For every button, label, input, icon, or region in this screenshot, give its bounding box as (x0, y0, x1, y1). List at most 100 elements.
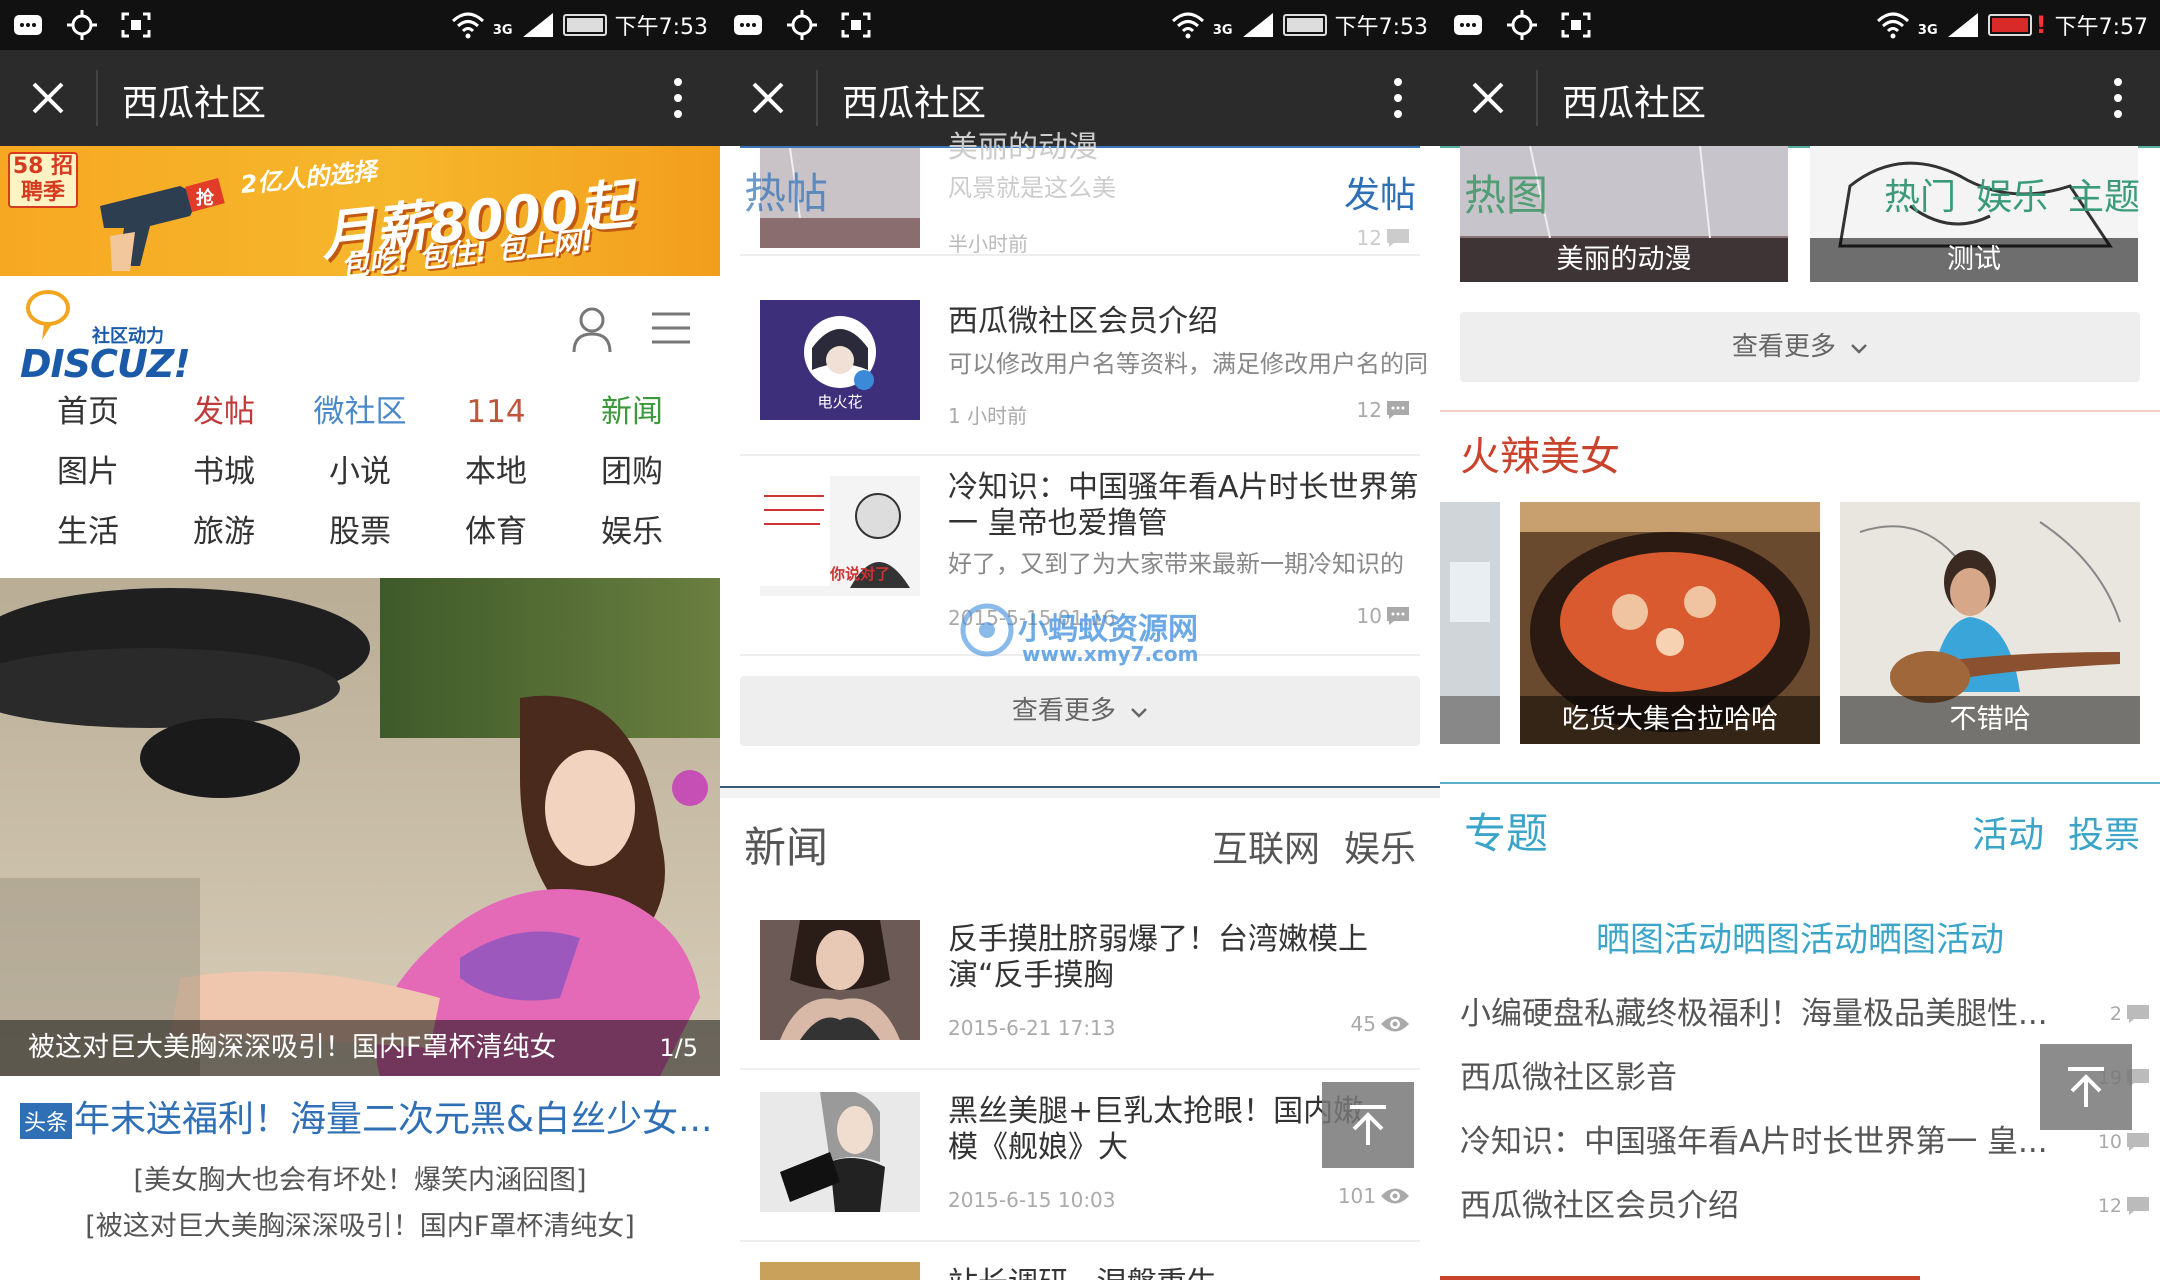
site-logo[interactable]: 社区动力 DISCUZ! (18, 288, 191, 386)
news-title: 反手摸肚脐弱爆了！台湾嫩模上演“反手摸胸 (948, 922, 1368, 993)
back-to-top-button[interactable] (2040, 1044, 2132, 1130)
tab-theme[interactable]: 主题 (2068, 168, 2140, 220)
banner-grab-text: 抢 (196, 187, 215, 209)
headline-text: 年末送福利！海量二次元黑&白丝少女... (74, 1099, 710, 1140)
nav-item[interactable]: 团购 (564, 450, 700, 494)
menu-icon[interactable] (650, 308, 692, 348)
list-item[interactable]: 反手摸肚脐弱爆了！台湾嫩模上演“反手摸胸 2015-6-21 17:13 45 (740, 900, 1420, 1070)
topic-item[interactable]: 西瓜微社区会员介绍 12 (1460, 1176, 2150, 1236)
tab-activity[interactable]: 活动 (1972, 806, 2044, 858)
news-time: 2015-6-21 17:13 (948, 1016, 1116, 1040)
tab-entertainment[interactable]: 娱乐 (1976, 168, 2048, 220)
header-row: 社区动力 DISCUZ! (0, 276, 720, 386)
screenshot-icon (1561, 12, 1591, 38)
new-post-link[interactable]: 发帖 (1344, 166, 1416, 218)
battery-icon (562, 14, 607, 36)
section-divider (1440, 782, 2160, 784)
gps-icon (67, 10, 97, 40)
list-item[interactable]: 电火花 西瓜微社区会员介绍 可以修改用户名等资料，满足修改用户名的同 1 小时前… (740, 286, 1428, 456)
message-icon (1454, 15, 1482, 35)
network-type: 3G (1917, 22, 1938, 38)
topic-title: 西瓜微社区影音 (1460, 1060, 1677, 1096)
topic-item[interactable]: 小编硬盘私藏终极福利！海量极品美腿性... 2 (1460, 984, 2150, 1044)
nav-item[interactable]: 生活 (20, 510, 156, 554)
close-icon[interactable] (748, 78, 788, 118)
see-more-button[interactable]: 查看更多 (1460, 312, 2140, 382)
watermark-url: www.xmy7.com (1022, 642, 1199, 666)
topics-tabs: 活动 投票 (1972, 806, 2140, 858)
screen-home: 3G 下午7:53 西瓜社区 58 招聘季 抢 2亿人的选择 月薪8000起 包… (0, 0, 720, 1280)
clock: 下午7:53 (1334, 15, 1428, 40)
nav-item[interactable]: 微社区 (292, 390, 428, 434)
close-icon[interactable] (28, 78, 68, 118)
network-type: 3G (492, 22, 513, 38)
battery-icon (1282, 14, 1327, 36)
hero-caption: 被这对巨大美胸深深吸引！国内F罩杯清纯女 1/5 (0, 1020, 720, 1076)
tab-hot[interactable]: 热门 (1884, 168, 1956, 220)
topics-heading: 专题 (1464, 809, 1549, 858)
tab-entertainment[interactable]: 娱乐 (1344, 820, 1416, 872)
screen-images: 3G ! 下午7:57 西瓜社区 美丽的动漫 测试 热图 热门 娱乐 主题 查看… (1440, 0, 2160, 1280)
nav-item[interactable]: 小说 (292, 450, 428, 494)
nav-item[interactable]: 书城 (156, 450, 292, 494)
news-heading: 新闻 (744, 823, 829, 872)
signal-icon (522, 13, 553, 37)
nav-item[interactable]: 新闻 (564, 390, 700, 434)
nav-item[interactable]: 娱乐 (564, 510, 700, 554)
nav-item[interactable]: 图片 (20, 450, 156, 494)
nav-item[interactable]: 体育 (428, 510, 564, 554)
more-options-icon[interactable] (2112, 76, 2124, 120)
battery-warning-icon: ! (2035, 11, 2047, 39)
user-icon[interactable] (570, 306, 614, 354)
nav-item[interactable]: 旅游 (156, 510, 292, 554)
hero-slideshow[interactable]: 被这对巨大美胸深深吸引！国内F罩杯清纯女 1/5 (0, 578, 720, 1076)
featured-topic-link[interactable]: 晒图活动晒图活动晒图活动 (1440, 912, 2160, 961)
ad-banner[interactable]: 58 招聘季 抢 2亿人的选择 月薪8000起 包吃! 包住! 包上网! (0, 146, 720, 276)
gallery-image-card[interactable]: 吃货大集合拉哈哈 (1520, 502, 1820, 744)
tab-vote[interactable]: 投票 (2068, 806, 2140, 858)
post-comment-count-value: 10 (1356, 604, 1382, 628)
nav-item[interactable]: 114 (428, 390, 564, 434)
chevron-down-icon (1851, 344, 1868, 354)
topic-count-value: 12 (2097, 1195, 2122, 1217)
gallery-caption: 吃货大集合拉哈哈 (1520, 696, 1820, 744)
gallery-image-card[interactable]: 不错哈 (1840, 502, 2140, 744)
wifi-icon (451, 12, 484, 39)
news-views: 101 (1338, 1184, 1410, 1208)
title-separator (96, 70, 98, 126)
sub-link[interactable]: [美女胸大也会有坏处！爆笑内涵囧图] (0, 1158, 720, 1197)
list-item[interactable]: 美丽的动漫 风景就是这么美 半小时前 12 (740, 130, 1420, 256)
status-bar: 3G 下午7:53 (0, 0, 720, 50)
nav-item[interactable]: 首页 (20, 390, 156, 434)
topic-count-value: 2 (2109, 1003, 2122, 1025)
thumb-label: 你说对了 (830, 565, 891, 583)
post-desc: 好了，又到了为大家带来最新一期冷知识的 (948, 550, 1404, 578)
post-comment-count: 12 (1357, 398, 1410, 422)
nav-item[interactable]: 股票 (292, 510, 428, 554)
gallery-caption: 不错哈 (1840, 696, 2140, 744)
sub-link[interactable]: [被这对巨大美胸深深吸引！国内F罩杯清纯女] (0, 1204, 720, 1243)
title-bar: 西瓜社区 (0, 50, 720, 146)
list-item[interactable]: 黑丝美腿+巨乳太抢眼！国内嫩模《舰娘》大 2015-6-15 10:03 101 (740, 1072, 1420, 1242)
slide-indicator: 1/5 (659, 1034, 698, 1062)
headline-link[interactable]: 头条 年末送福利！海量二次元黑&白丝少女... (20, 1090, 710, 1142)
more-options-icon[interactable] (1392, 76, 1404, 120)
message-icon (14, 15, 42, 35)
back-to-top-button[interactable] (1322, 1082, 1414, 1168)
gallery-image-partial[interactable] (1440, 502, 1500, 744)
clock: 下午7:57 (2054, 15, 2148, 40)
tab-internet[interactable]: 互联网 (1212, 820, 1320, 872)
news-views: 45 (1351, 1012, 1410, 1036)
news-thumbnail (760, 1092, 920, 1212)
see-more-button[interactable]: 查看更多 (740, 676, 1420, 746)
nav-item[interactable]: 发帖 (156, 390, 292, 434)
page-title: 西瓜社区 (842, 83, 987, 124)
bottom-accent (1440, 1276, 1920, 1280)
more-options-icon[interactable] (672, 76, 684, 120)
close-icon[interactable] (1468, 78, 1508, 118)
title-bar: 西瓜社区 (1440, 50, 2160, 146)
post-title: 冷知识：中国骚年看A片时长世界第一 皇帝也爱撸管 (948, 470, 1419, 541)
status-bar: 3G 下午7:53 (720, 0, 1440, 50)
see-more-label: 查看更多 (1731, 332, 1836, 362)
nav-item[interactable]: 本地 (428, 450, 564, 494)
